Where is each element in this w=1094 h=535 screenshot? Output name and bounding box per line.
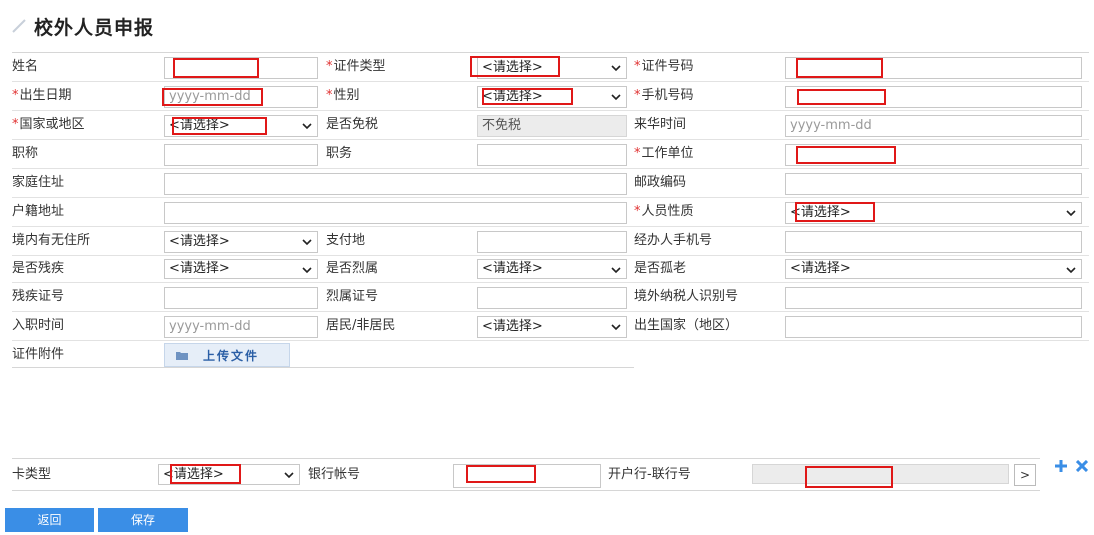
account-input[interactable] xyxy=(453,464,601,488)
title-input[interactable] xyxy=(164,144,318,166)
foreign-tax-id-input[interactable] xyxy=(785,287,1082,309)
page-title: 校外人员申报 xyxy=(34,16,155,39)
country-select[interactable]: <请选择> xyxy=(164,115,318,137)
branch-label: 开户行-联行号 xyxy=(608,467,691,482)
no-residence-select[interactable]: <请选择> xyxy=(164,231,318,253)
chevron-down-icon xyxy=(1066,267,1076,274)
arrival-label: 来华时间 xyxy=(634,117,687,132)
disability-cert-input[interactable] xyxy=(164,287,318,309)
chevron-down-icon xyxy=(302,267,312,274)
form-row: 残疾证号 烈属证号 境外纳税人识别号 xyxy=(12,283,1089,312)
upload-button-label: 上传文件 xyxy=(203,348,260,363)
position-input[interactable] xyxy=(477,144,627,166)
handler-mobile-input[interactable] xyxy=(785,231,1082,253)
add-icon[interactable] xyxy=(1054,459,1068,473)
disability-cert-label: 残疾证号 xyxy=(12,289,65,304)
hukou-input[interactable] xyxy=(164,202,627,224)
divider xyxy=(12,367,634,368)
form-row: 入职时间 yyyy-mm-dd 居民/非居民 <请选择> 出生国家（地区） xyxy=(12,312,1089,341)
home-address-input[interactable] xyxy=(164,173,627,195)
arrival-date-input[interactable]: yyyy-mm-dd xyxy=(785,115,1082,137)
chevron-down-icon xyxy=(302,239,312,246)
no-residence-label: 境内有无住所 xyxy=(12,233,91,248)
employer-input[interactable] xyxy=(785,144,1082,166)
resident-select[interactable]: <请选择> xyxy=(477,316,627,338)
martyr-select[interactable]: <请选择> xyxy=(477,259,627,279)
name-input[interactable] xyxy=(164,57,318,79)
postal-input[interactable] xyxy=(785,173,1082,195)
birth-country-label: 出生国家（地区） xyxy=(634,318,739,333)
back-button[interactable]: 返回 xyxy=(5,508,94,532)
home-address-label: 家庭住址 xyxy=(12,175,65,190)
foreign-tax-id-label: 境外纳税人识别号 xyxy=(634,289,739,304)
tax-exempt-label: 是否免税 xyxy=(326,117,379,132)
chevron-down-icon xyxy=(611,94,621,101)
martyr-label: 是否烈属 xyxy=(326,261,379,276)
pencil-icon xyxy=(12,19,26,33)
chevron-down-icon xyxy=(611,324,621,331)
birth-country-input[interactable] xyxy=(785,316,1082,338)
country-label: *国家或地区 xyxy=(12,117,85,132)
postal-label: 邮政编码 xyxy=(634,175,687,190)
disabled-select[interactable]: <请选择> xyxy=(164,259,318,279)
mobile-input[interactable] xyxy=(785,86,1082,108)
account-label: 银行帐号 xyxy=(308,467,361,482)
position-label: 职务 xyxy=(326,146,353,161)
martyr-cert-label: 烈属证号 xyxy=(326,289,379,304)
form-row: 职称 职务 *工作单位 xyxy=(12,140,1089,169)
elderly-label: 是否孤老 xyxy=(634,261,687,276)
hire-date-input[interactable]: yyyy-mm-dd xyxy=(164,316,318,338)
chevron-down-icon xyxy=(302,123,312,130)
id-type-label: *证件类型 xyxy=(326,59,386,74)
id-number-label: *证件号码 xyxy=(634,59,694,74)
save-button[interactable]: 保存 xyxy=(98,508,188,532)
form-row: 是否残疾 <请选择> 是否烈属 <请选择> 是否孤老 <请选择> xyxy=(12,256,1089,283)
chevron-down-icon xyxy=(284,472,294,479)
person-type-label: *人员性质 xyxy=(634,204,694,219)
hire-date-label: 入职时间 xyxy=(12,318,65,333)
chevron-down-icon xyxy=(1066,210,1076,217)
resident-label: 居民/非居民 xyxy=(326,318,396,333)
chevron-down-icon xyxy=(611,65,621,72)
form-row: *出生日期 yyyy-mm-dd *性别 <请选择> *手机号码 xyxy=(12,82,1089,111)
gender-select[interactable]: <请选择> xyxy=(477,86,627,108)
pay-place-label: 支付地 xyxy=(326,233,366,248)
person-form: 姓名 *证件类型 <请选择> *证件号码 *出生日期 yyyy-mm-dd *性… xyxy=(12,52,1089,371)
upload-button[interactable]: 上传文件 xyxy=(164,343,290,367)
card-type-label: 卡类型 xyxy=(12,467,52,482)
birth-date-input[interactable]: yyyy-mm-dd xyxy=(164,86,318,108)
handler-mobile-label: 经办人手机号 xyxy=(634,233,713,248)
name-label: 姓名 xyxy=(12,59,39,74)
form-row: 姓名 *证件类型 <请选择> *证件号码 xyxy=(12,53,1089,82)
form-row: 境内有无住所 <请选择> 支付地 经办人手机号 xyxy=(12,227,1089,256)
elderly-select[interactable]: <请选择> xyxy=(785,259,1082,279)
employer-label: *工作单位 xyxy=(634,146,694,161)
form-row: *国家或地区 <请选择> 是否免税 不免税 来华时间 yyyy-mm-dd xyxy=(12,111,1089,140)
branch-lookup-button[interactable]: > xyxy=(1014,464,1036,486)
id-number-input[interactable] xyxy=(785,57,1082,79)
pay-place-input[interactable] xyxy=(477,231,627,253)
gender-label: *性别 xyxy=(326,88,360,103)
close-icon[interactable] xyxy=(1076,460,1088,472)
chevron-down-icon xyxy=(611,267,621,274)
hukou-label: 户籍地址 xyxy=(12,204,65,219)
form-row: 户籍地址 *人员性质 <请选择> xyxy=(12,198,1089,227)
person-type-select[interactable]: <请选择> xyxy=(785,202,1082,224)
attachment-label: 证件附件 xyxy=(12,347,65,362)
form-row: 家庭住址 邮政编码 xyxy=(12,169,1089,198)
martyr-cert-input[interactable] xyxy=(477,287,627,309)
title-label: 职称 xyxy=(12,146,39,161)
mobile-label: *手机号码 xyxy=(634,88,694,103)
disabled-label: 是否残疾 xyxy=(12,261,65,276)
bank-row: 卡类型 <请选择> 银行帐号 开户行-联行号 > xyxy=(12,458,1040,491)
tax-exempt-field: 不免税 xyxy=(477,115,627,137)
branch-field xyxy=(752,464,1009,484)
card-type-select[interactable]: <请选择> xyxy=(158,464,300,485)
birth-label: *出生日期 xyxy=(12,88,72,103)
id-type-select[interactable]: <请选择> xyxy=(477,57,627,79)
folder-icon xyxy=(176,351,188,360)
page-header: 校外人员申报 xyxy=(10,10,154,42)
